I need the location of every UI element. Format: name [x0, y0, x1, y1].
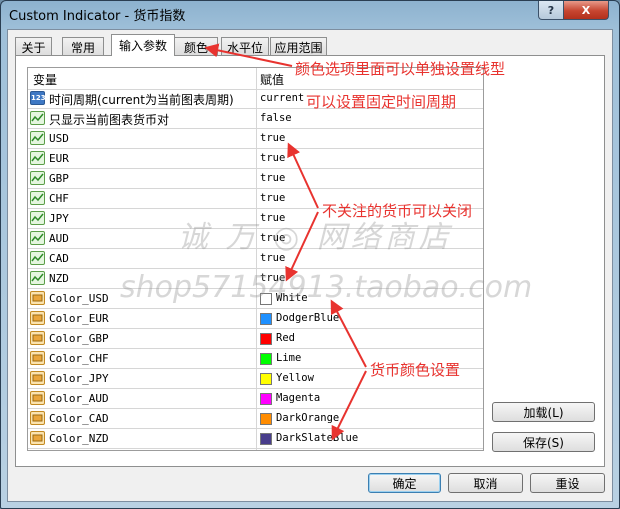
color-swatch[interactable] [260, 353, 272, 365]
color-param-icon [30, 331, 45, 345]
param-name: CAD [49, 252, 69, 265]
cancel-button[interactable]: 取消 [448, 473, 523, 493]
tab-common[interactable]: 常用 [62, 37, 104, 56]
color-param-icon [30, 311, 45, 325]
param-value[interactable]: Yellow [276, 372, 314, 384]
color-swatch[interactable] [260, 373, 272, 385]
color-swatch[interactable] [260, 313, 272, 325]
annotation-timeframe: 可以设置固定时间周期 [306, 93, 457, 111]
param-name: Color_CHF [49, 352, 109, 365]
param-value[interactable]: Magenta [276, 392, 320, 404]
param-name: GBP [49, 172, 69, 185]
param-value[interactable]: true [260, 212, 285, 224]
color-swatch[interactable] [260, 293, 272, 305]
column-divider [256, 68, 257, 450]
color-swatch[interactable] [260, 333, 272, 345]
close-button[interactable]: X [563, 1, 609, 20]
param-name: USD [49, 132, 69, 145]
param-name: CHF [49, 192, 69, 205]
bool-param-icon [30, 211, 45, 225]
param-name: Color_EUR [49, 312, 109, 325]
bool-param-icon [30, 191, 45, 205]
param-value[interactable]: DarkOrange [276, 412, 339, 424]
annotation-currency-toggle: 不关注的货币可以关闭 [322, 202, 473, 220]
color-swatch[interactable] [260, 433, 272, 445]
tab-visualization[interactable]: 应用范围 [270, 37, 327, 56]
reset-button[interactable]: 重设 [530, 473, 605, 493]
column-value: 赋值 [260, 73, 285, 87]
param-name: Color_USD [49, 292, 109, 305]
color-param-icon [30, 371, 45, 385]
param-name: Color_CAD [49, 412, 109, 425]
param-value[interactable]: false [260, 112, 292, 124]
param-name: EUR [49, 152, 69, 165]
bool-param-icon [30, 131, 45, 145]
save-button[interactable]: 保存(S) [492, 432, 595, 452]
param-value[interactable]: White [276, 292, 308, 304]
param-value[interactable]: true [260, 232, 285, 244]
param-name: 只显示当前图表货币对 [49, 113, 170, 127]
annotation-color-tab: 颜色选项里面可以单独设置线型 [295, 60, 506, 78]
bool-param-icon [30, 271, 45, 285]
color-param-icon [30, 411, 45, 425]
param-value[interactable]: true [260, 172, 285, 184]
color-swatch[interactable] [260, 413, 272, 425]
param-name: Color_JPY [49, 372, 109, 385]
param-name: Color_NZD [49, 432, 109, 445]
ok-button[interactable]: 确定 [368, 473, 441, 493]
param-name: Color_GBP [49, 332, 109, 345]
param-name: JPY [49, 212, 69, 225]
param-name: Color_AUD [49, 392, 109, 405]
annotation-currency-color: 货币颜色设置 [370, 361, 461, 379]
param-value[interactable]: current [260, 92, 304, 104]
parameter-grid[interactable]: 变量 赋值 123 时间周期(current为当前图表周期) current 只显示当… [27, 67, 484, 451]
column-variable: 变量 [33, 73, 58, 87]
param-value[interactable]: true [260, 132, 285, 144]
color-param-icon [30, 431, 45, 445]
bool-param-icon [30, 151, 45, 165]
param-value[interactable]: Lime [276, 352, 301, 364]
param-name: AUD [49, 232, 69, 245]
numeric-param-icon: 123 [30, 91, 46, 105]
param-value[interactable]: DarkSlateBlue [276, 432, 358, 444]
tab-inputs[interactable]: 输入参数 [111, 34, 175, 56]
param-value[interactable]: true [260, 152, 285, 164]
load-button[interactable]: 加载(L) [492, 402, 595, 422]
color-swatch[interactable] [260, 393, 272, 405]
param-value[interactable]: true [260, 192, 285, 204]
tab-levels[interactable]: 水平位 [221, 37, 269, 56]
param-value[interactable]: DodgerBlue [276, 312, 339, 324]
tab-colors[interactable]: 颜色 [174, 37, 218, 56]
param-value[interactable]: true [260, 252, 285, 264]
color-param-icon [30, 291, 45, 305]
color-param-icon [30, 391, 45, 405]
param-value[interactable]: true [260, 272, 285, 284]
window-title: Custom Indicator - 货币指数 [9, 9, 186, 24]
param-value[interactable]: Red [276, 332, 295, 344]
color-param-icon [30, 351, 45, 365]
bool-param-icon [30, 111, 45, 125]
bool-param-icon [30, 251, 45, 265]
tab-about[interactable]: 关于 [15, 37, 52, 56]
param-name: NZD [49, 272, 69, 285]
param-name: 时间周期(current为当前图表周期) [49, 93, 234, 107]
bool-param-icon [30, 171, 45, 185]
help-button[interactable]: ? [538, 1, 564, 20]
bool-param-icon [30, 231, 45, 245]
